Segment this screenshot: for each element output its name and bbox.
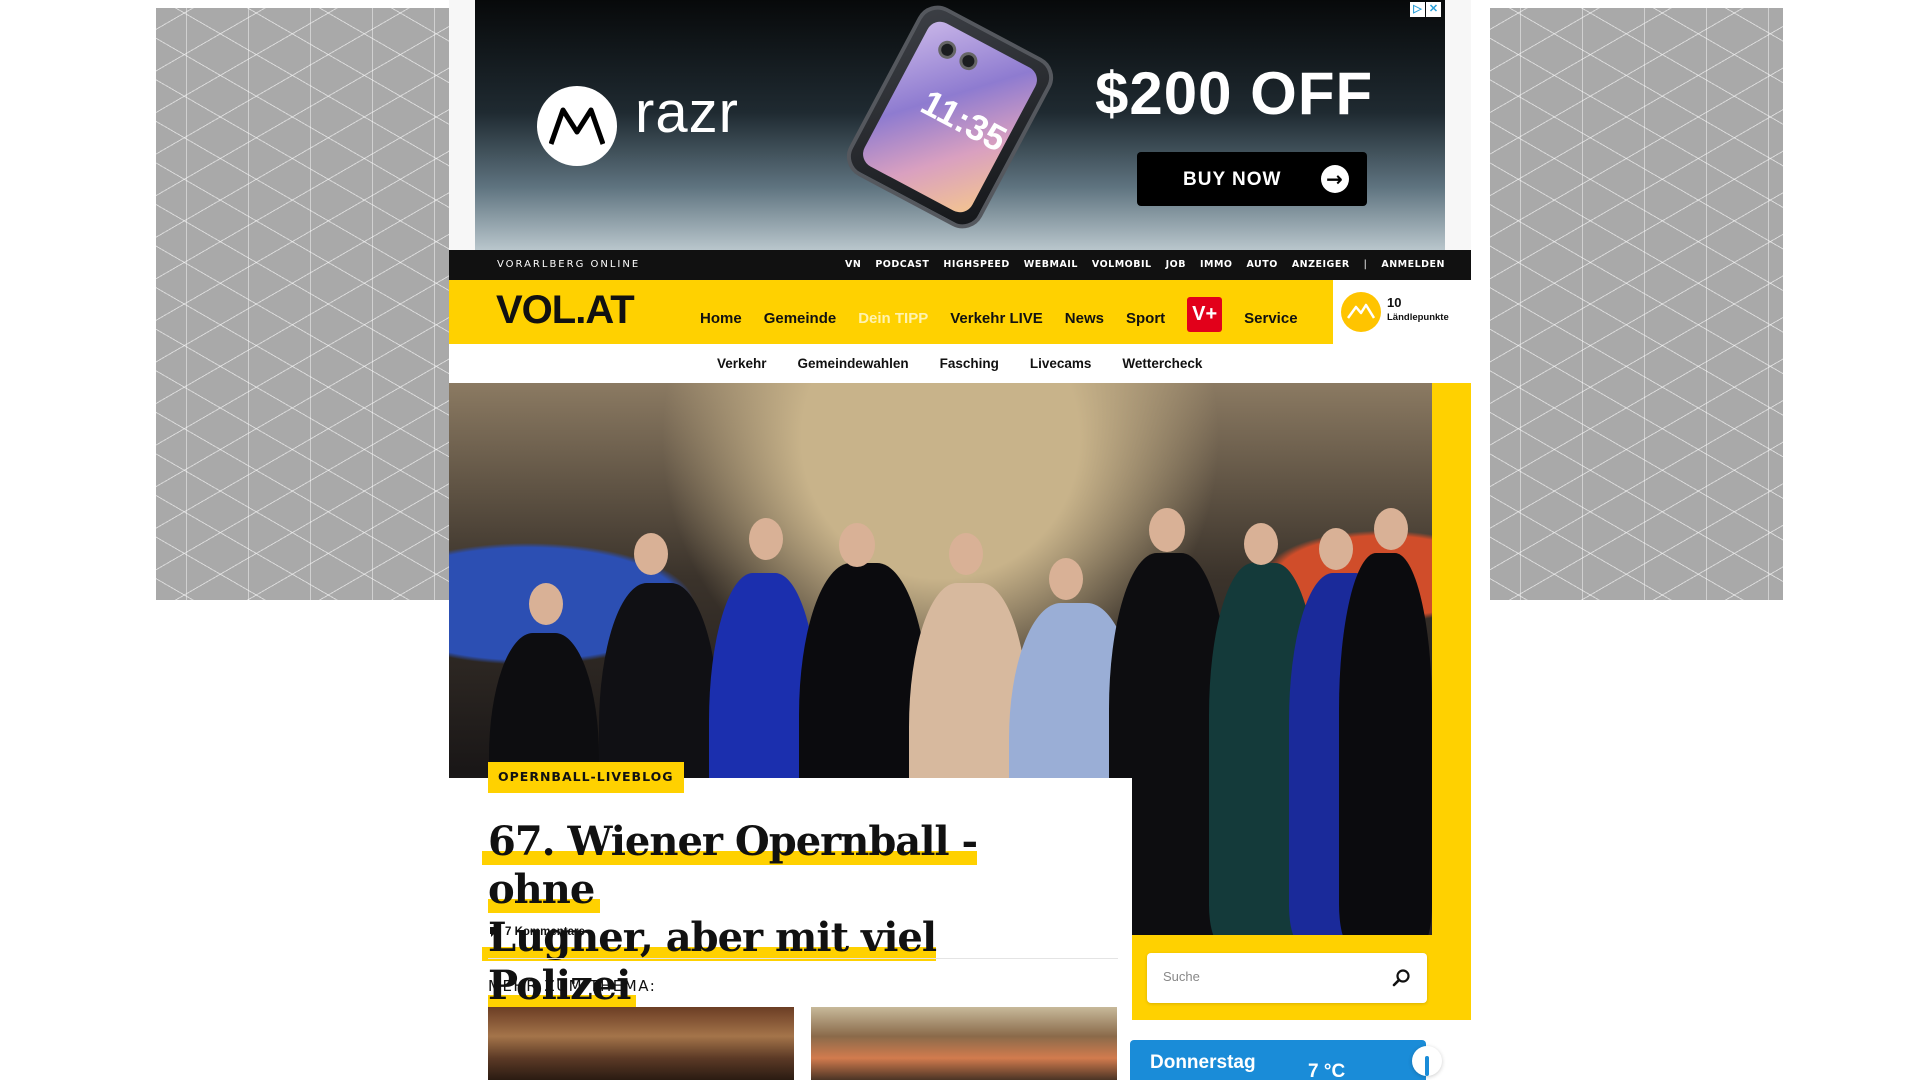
razr-ad-banner[interactable]: ▷ ✕ razr 11:35 $200 OFF BUY NOW → bbox=[475, 0, 1445, 250]
nav-gemeinde[interactable]: Gemeinde bbox=[764, 311, 837, 326]
arrow-right-icon: → bbox=[1321, 165, 1349, 193]
ad-close-icon[interactable]: ✕ bbox=[1426, 2, 1441, 17]
link-job[interactable]: JOB bbox=[1166, 260, 1186, 270]
search-input[interactable] bbox=[1163, 969, 1383, 984]
subnav-gemeindewahlen[interactable]: Gemeindewahlen bbox=[798, 357, 909, 371]
phone-time: 11:35 bbox=[914, 81, 1014, 160]
phone-image: 11:35 bbox=[839, 0, 1061, 237]
link-volmobil[interactable]: VOLMOBIL bbox=[1092, 260, 1152, 270]
link-immo[interactable]: IMMO bbox=[1200, 260, 1233, 270]
left-background-skin bbox=[156, 8, 449, 600]
mountain-icon bbox=[1341, 292, 1381, 332]
article-card[interactable]: OPERNBALL-LIVEBLOG 67. Wiener Opernball … bbox=[449, 762, 1132, 1080]
weather-day: Donnerstag bbox=[1150, 1052, 1256, 1073]
search-box bbox=[1147, 953, 1427, 1003]
ad-offer: $200 OFF bbox=[1095, 60, 1374, 127]
nav-dein-tipp[interactable]: Dein TIPP bbox=[858, 311, 928, 326]
related-article-thumb[interactable] bbox=[811, 1007, 1117, 1080]
weather-widget[interactable]: Donnerstag 7 °C bbox=[1130, 1040, 1426, 1080]
ad-brand-name: razr bbox=[635, 80, 739, 145]
comments-count: 7 Kommentare bbox=[505, 926, 585, 938]
main-navigation: Home Gemeinde Dein TIPP Verkehr LIVE New… bbox=[700, 297, 1298, 332]
link-anzeiger[interactable]: ANZEIGER bbox=[1292, 260, 1350, 270]
related-heading: MEHR ZUM THEMA: bbox=[488, 977, 657, 995]
login-link[interactable]: ANMELDEN bbox=[1381, 260, 1445, 270]
page-container: ▷ ✕ razr 11:35 $200 OFF BUY NOW → VORARL… bbox=[449, 0, 1471, 1080]
nav-news[interactable]: News bbox=[1065, 311, 1104, 326]
subnav-wettercheck[interactable]: Wettercheck bbox=[1122, 357, 1202, 371]
buy-now-button[interactable]: BUY NOW → bbox=[1137, 152, 1367, 206]
ad-container: ▷ ✕ razr 11:35 $200 OFF BUY NOW → bbox=[449, 0, 1471, 250]
subnav-verkehr[interactable]: Verkehr bbox=[717, 357, 767, 371]
related-article-thumb[interactable] bbox=[488, 1007, 794, 1080]
sub-navigation: Verkehr Gemeindewahlen Fasching Livecams… bbox=[717, 357, 1202, 371]
top-utility-bar: VORARLBERG ONLINE VN PODCAST HIGHSPEED W… bbox=[449, 250, 1471, 280]
main-header: VOL.AT Home Gemeinde Dein TIPP Verkehr L… bbox=[449, 280, 1471, 344]
site-logo[interactable]: VOL.AT bbox=[496, 290, 635, 330]
nav-sport[interactable]: Sport bbox=[1126, 311, 1165, 326]
nav-vplus[interactable]: V+ bbox=[1187, 297, 1223, 332]
ad-info-icon[interactable]: ▷ bbox=[1410, 2, 1425, 17]
comments-link[interactable]: 7 Kommentare bbox=[490, 926, 585, 939]
subnav-fasching[interactable]: Fasching bbox=[940, 357, 999, 371]
subnav-livecams[interactable]: Livecams bbox=[1030, 357, 1092, 371]
points-value: 10 bbox=[1387, 295, 1402, 310]
link-separator: | bbox=[1363, 259, 1368, 270]
divider bbox=[488, 958, 1118, 959]
nav-verkehr-live[interactable]: Verkehr LIVE bbox=[950, 311, 1043, 326]
nav-home[interactable]: Home bbox=[700, 311, 742, 326]
liveblog-tag[interactable]: OPERNBALL-LIVEBLOG bbox=[488, 762, 684, 793]
utility-links: VN PODCAST HIGHSPEED WEBMAIL VOLMOBIL JO… bbox=[845, 260, 1445, 270]
weather-thermometer-icon[interactable] bbox=[1412, 1046, 1442, 1076]
link-podcast[interactable]: PODCAST bbox=[875, 260, 929, 270]
weather-temp: 7 °C bbox=[1308, 1061, 1346, 1080]
motorola-logo-icon bbox=[537, 86, 617, 166]
points-label: Ländlepunkte bbox=[1387, 312, 1449, 323]
ad-choices-badge[interactable]: ▷ ✕ bbox=[1410, 2, 1441, 17]
nav-service[interactable]: Service bbox=[1244, 311, 1297, 326]
laendlepunkte-widget[interactable]: 10 Ländlepunkte bbox=[1333, 280, 1471, 344]
link-highspeed[interactable]: HIGHSPEED bbox=[943, 260, 1009, 270]
site-name: VORARLBERG ONLINE bbox=[497, 259, 641, 270]
right-background-skin bbox=[1490, 8, 1783, 600]
link-auto[interactable]: AUTO bbox=[1246, 260, 1277, 270]
comment-icon bbox=[490, 927, 501, 938]
headline-line-1: 67. Wiener Opernball - ohne bbox=[482, 818, 978, 913]
search-icon[interactable] bbox=[1391, 968, 1411, 988]
buy-now-label: BUY NOW bbox=[1183, 168, 1282, 190]
link-webmail[interactable]: WEBMAIL bbox=[1024, 260, 1078, 270]
link-vn[interactable]: VN bbox=[845, 260, 861, 270]
